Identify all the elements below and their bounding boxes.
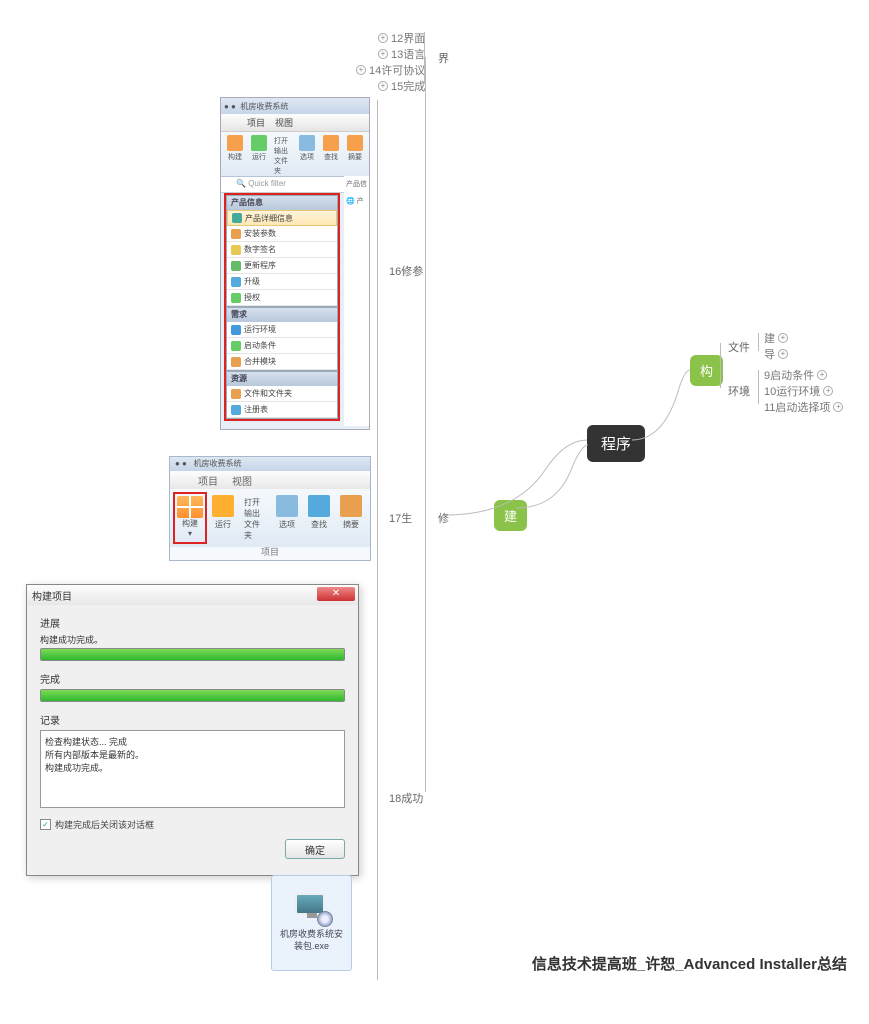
- progress-msg: 构建成功完成。: [40, 633, 345, 646]
- plus-icon: +: [778, 349, 788, 359]
- plus-icon: +: [778, 333, 788, 343]
- build-icon: [177, 496, 203, 518]
- file-child-1[interactable]: 建+: [764, 330, 788, 346]
- footer-title: 信息技术提高班_许恕_Advanced Installer总结: [532, 953, 847, 974]
- node-18[interactable]: 18成功: [389, 790, 423, 806]
- plus-icon: +: [823, 386, 833, 396]
- section-label: 项目: [261, 545, 279, 558]
- titlebar: ● ● 机房收费系统: [221, 98, 369, 114]
- plus-icon: +: [817, 370, 827, 380]
- sidebar-highlighted: 产品信息产品详细信息安装参数数字签名更新程序升级授权需求运行环境启动条件合并模块…: [224, 193, 340, 421]
- log-label: 记录: [40, 712, 345, 727]
- env-child-1[interactable]: 9启动条件+: [764, 367, 827, 383]
- progress-label: 进展: [40, 615, 345, 630]
- node-16[interactable]: 16修参: [389, 263, 423, 279]
- group-label: 界: [438, 50, 449, 66]
- installer-icon: [295, 893, 329, 923]
- checkbox-icon[interactable]: ✓: [40, 819, 51, 830]
- env-child-2[interactable]: 10运行环境+: [764, 383, 833, 399]
- build-dialog: 构建项目 ✕ 进展 构建成功完成。 完成 记录 检查构建状态... 完成所有内部…: [26, 584, 359, 876]
- plus-icon: +: [356, 65, 366, 75]
- tab-row: 项目视图: [221, 114, 369, 132]
- progress-bar-2: [40, 689, 345, 702]
- node-13[interactable]: +13语言: [378, 46, 425, 62]
- files-label[interactable]: 文件: [728, 339, 750, 355]
- build-button-highlight: 构建▾: [173, 492, 207, 544]
- curve-connector: [632, 365, 702, 445]
- file-child-2[interactable]: 导+: [764, 346, 788, 362]
- close-icon[interactable]: ✕: [317, 587, 355, 601]
- screenshot-product-panel: ● ● 机房收费系统 项目视图 构建运行打开输出文件夹选项查找摘要 🔍 Quic…: [220, 97, 370, 430]
- connector: [720, 343, 721, 388]
- screenshot-ribbon: ● ● 机房收费系统 项目视图 构建▾ 运行打开输出文件夹选项查找摘要 项目: [169, 456, 371, 561]
- inner-vline: [377, 100, 378, 980]
- plus-icon: +: [378, 33, 388, 43]
- titlebar: ● ● 机房收费系统: [170, 457, 370, 471]
- ribbon: 构建运行打开输出文件夹选项查找摘要: [221, 132, 369, 177]
- node-14[interactable]: +14许可协议: [356, 62, 425, 78]
- connector: [758, 333, 759, 351]
- connector: [758, 370, 759, 404]
- installer-file[interactable]: 机房收费系统安装包.exe: [271, 875, 352, 971]
- ok-button[interactable]: 确定: [285, 839, 345, 859]
- env-child-3[interactable]: 11启动选择项+: [764, 399, 843, 415]
- ribbon: 构建▾ 运行打开输出文件夹选项查找摘要: [170, 489, 370, 547]
- node-17[interactable]: 17生: [389, 510, 412, 526]
- plus-icon: +: [833, 402, 843, 412]
- right-pane: 产品信🌐 产: [344, 176, 369, 426]
- tab-row: 项目视图: [170, 471, 370, 489]
- node-12[interactable]: +12界面: [378, 30, 425, 46]
- plus-icon: +: [378, 49, 388, 59]
- main-vline: [425, 57, 426, 792]
- curve-connector: [516, 440, 616, 520]
- node-15[interactable]: +15完成: [378, 78, 425, 94]
- plus-icon: +: [378, 81, 388, 91]
- checkbox-row[interactable]: ✓ 构建完成后关闭该对话框: [40, 818, 345, 831]
- env-label[interactable]: 环境: [728, 383, 750, 399]
- progress-bar-1: [40, 648, 345, 661]
- log-area[interactable]: 检查构建状态... 完成所有内部版本是最新的。构建成功完成。: [40, 730, 345, 808]
- dialog-titlebar: 构建项目 ✕: [27, 585, 358, 605]
- done-label: 完成: [40, 671, 345, 686]
